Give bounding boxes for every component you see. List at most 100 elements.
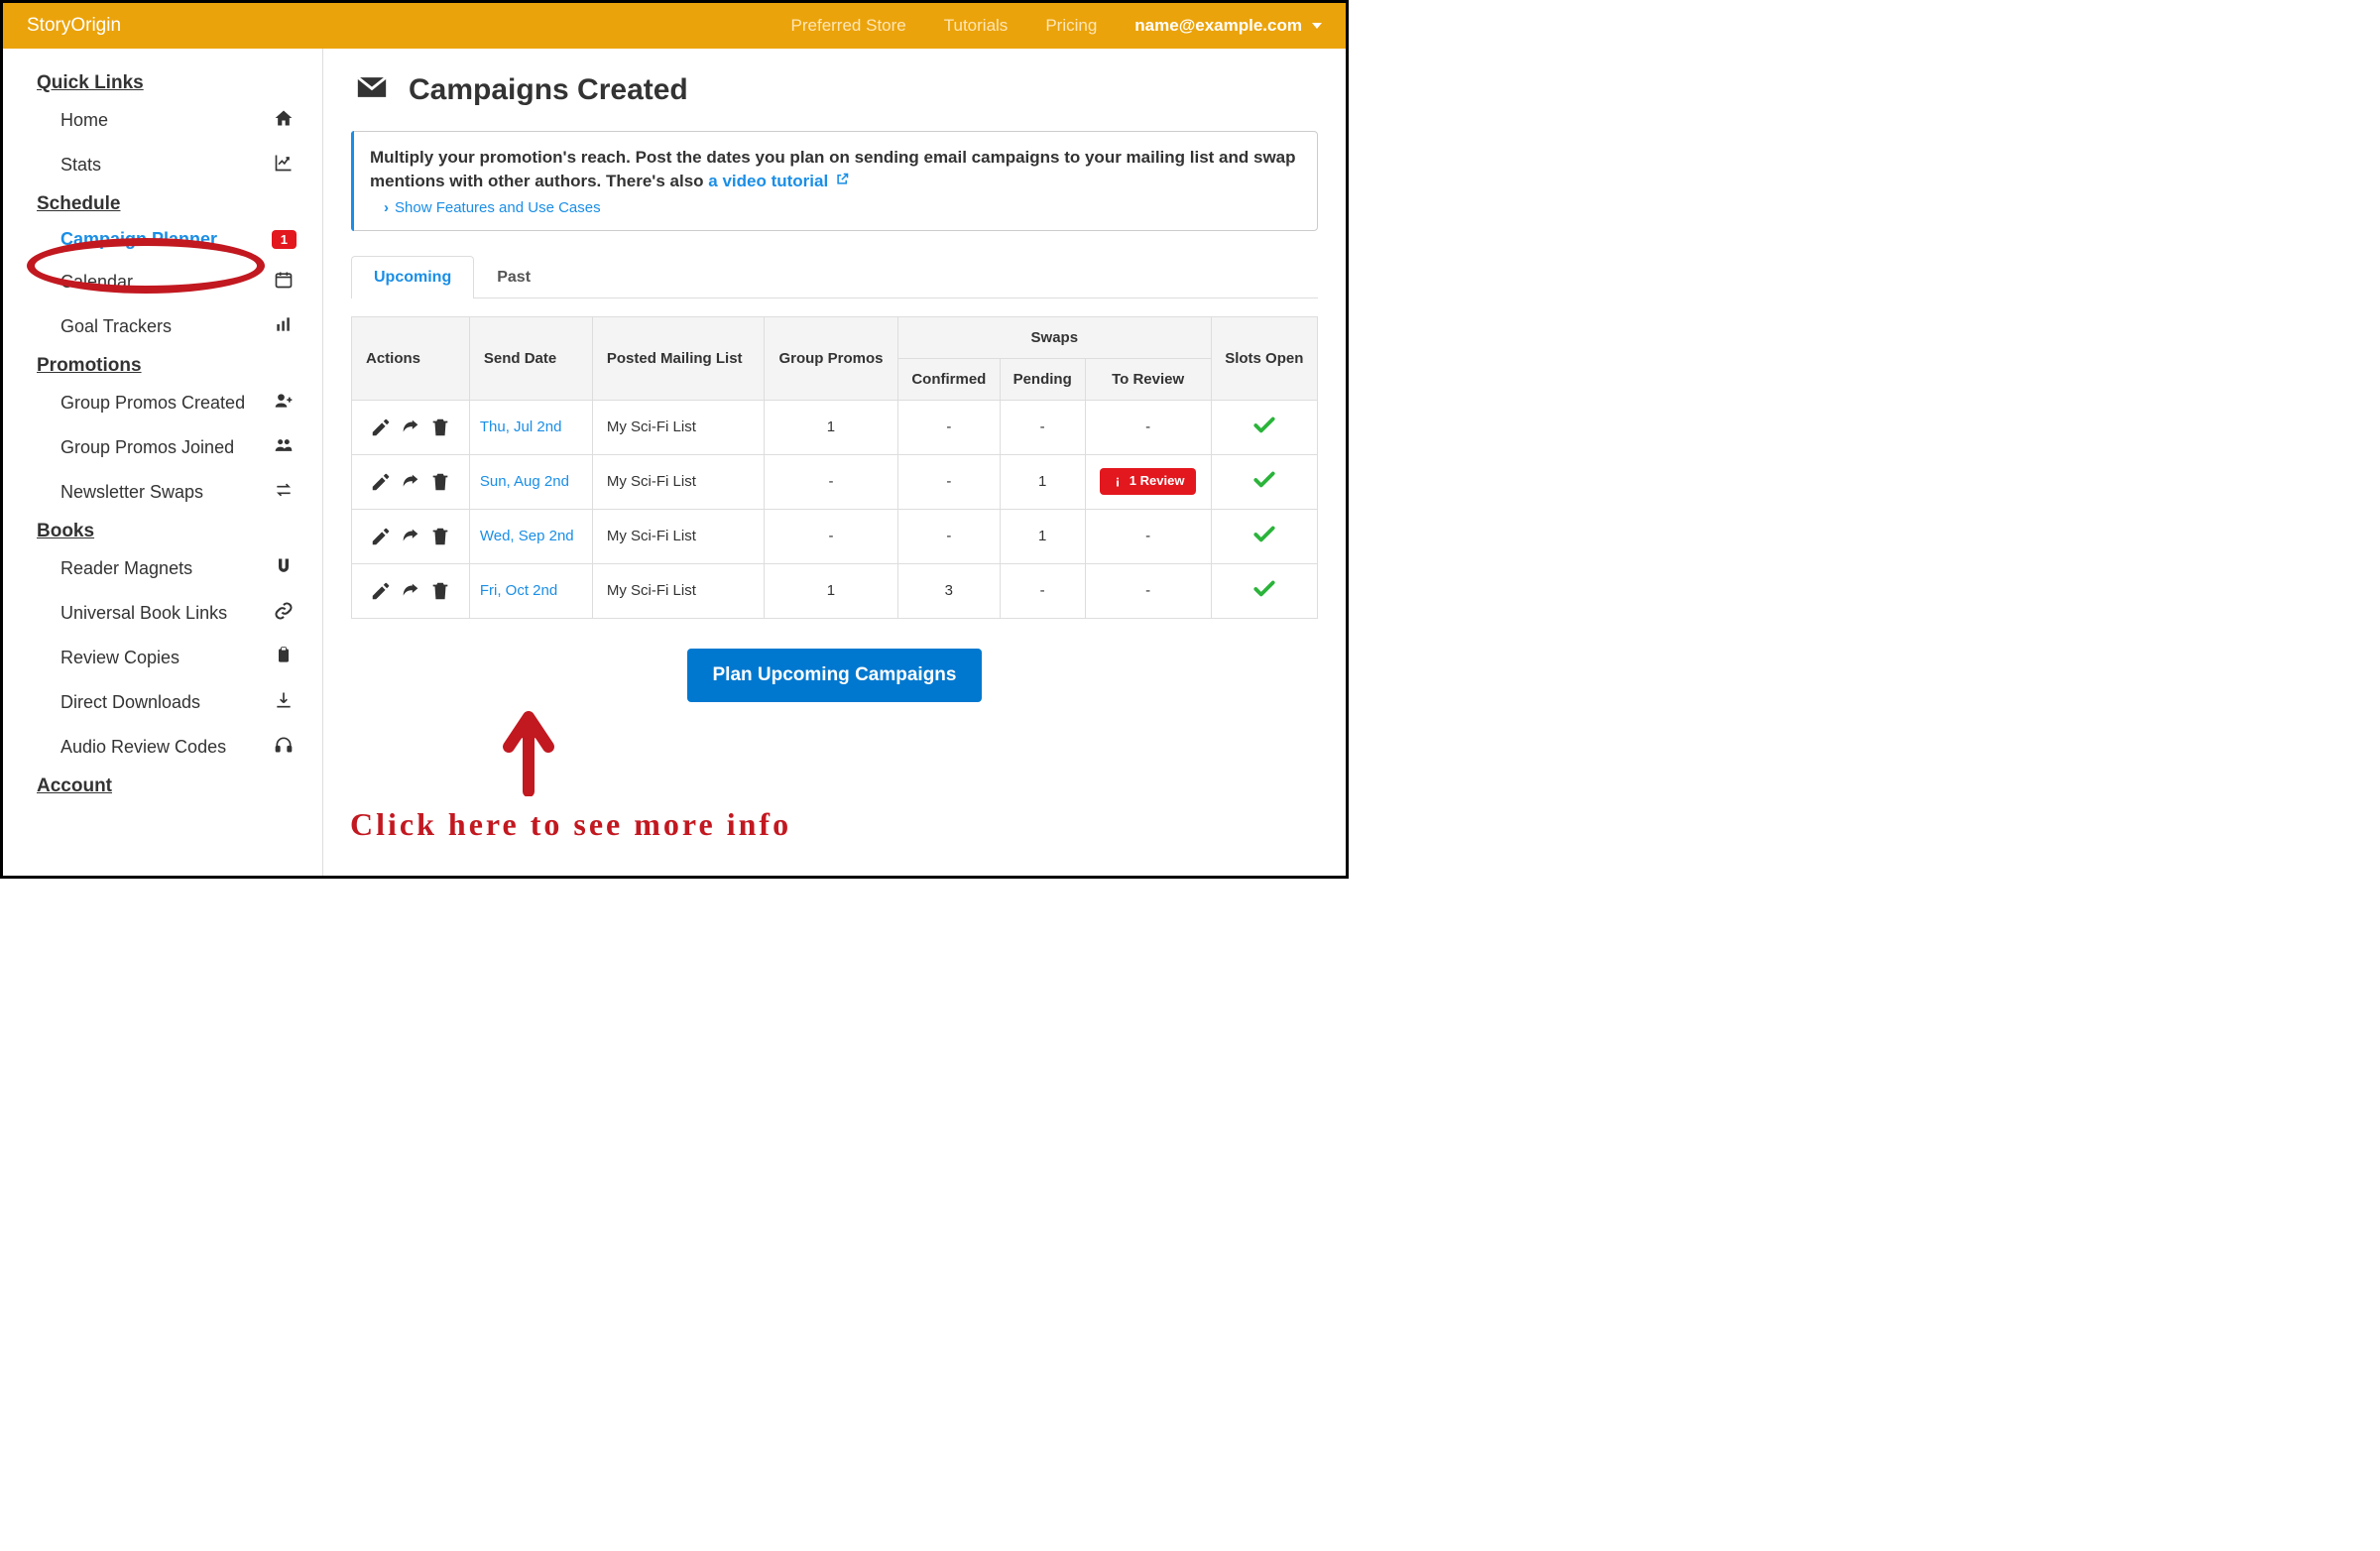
sidebar-item-ubl[interactable]: Universal Book Links xyxy=(3,591,322,636)
page-title: Campaigns Created xyxy=(409,73,688,107)
sidebar-item-label: Group Promos Joined xyxy=(60,437,273,458)
sidebar-item-gp-created[interactable]: Group Promos Created xyxy=(3,381,322,425)
review-button[interactable]: 1 Review xyxy=(1100,468,1197,494)
users-icon xyxy=(273,435,295,460)
sidebar-item-label: Stats xyxy=(60,155,273,176)
cell-confirmed: 3 xyxy=(897,563,1000,618)
trash-icon[interactable] xyxy=(429,471,451,493)
sidebar-item-label: Review Copies xyxy=(60,648,273,668)
edit-icon[interactable] xyxy=(370,526,392,547)
sidebar-item-label: Group Promos Created xyxy=(60,393,273,414)
cell-group: 1 xyxy=(765,400,898,454)
th-posted: Posted Mailing List xyxy=(592,316,764,400)
sidebar-item-label: Universal Book Links xyxy=(60,603,273,624)
cell-list: My Sci-Fi List xyxy=(592,400,764,454)
plan-upcoming-button[interactable]: Plan Upcoming Campaigns xyxy=(687,649,983,702)
sb-heading-schedule: Schedule xyxy=(3,187,322,219)
sidebar-item-campaign-planner[interactable]: Campaign Planner 1 xyxy=(3,219,322,260)
tab-upcoming[interactable]: Upcoming xyxy=(351,256,474,298)
sidebar-item-reader-magnets[interactable]: Reader Magnets xyxy=(3,546,322,591)
trash-icon[interactable] xyxy=(429,417,451,438)
sidebar-item-gp-joined[interactable]: Group Promos Joined xyxy=(3,425,322,470)
check-icon xyxy=(1251,576,1277,602)
brand[interactable]: StoryOrigin xyxy=(27,15,121,37)
info-text: Multiply your promotion's reach. Post th… xyxy=(370,146,1299,193)
main-content: Campaigns Created Multiply your promotio… xyxy=(323,49,1346,876)
sidebar-item-label: Reader Magnets xyxy=(60,558,273,579)
sb-heading-books: Books xyxy=(3,515,322,546)
external-link-icon xyxy=(835,170,850,193)
row-actions xyxy=(366,580,459,602)
cell-group: - xyxy=(765,509,898,563)
nav-pricing[interactable]: Pricing xyxy=(1045,16,1097,36)
cell-pending: 1 xyxy=(1000,454,1085,509)
cell-group: - xyxy=(765,454,898,509)
nav-tutorials[interactable]: Tutorials xyxy=(944,16,1009,36)
sidebar-item-label: Direct Downloads xyxy=(60,692,273,713)
cell-pending: - xyxy=(1000,400,1085,454)
share-icon[interactable] xyxy=(400,580,421,602)
share-icon[interactable] xyxy=(400,417,421,438)
sidebar-item-review-copies[interactable]: Review Copies xyxy=(3,636,322,680)
cell-review: - xyxy=(1085,400,1211,454)
cell-confirmed: - xyxy=(897,454,1000,509)
sidebar-item-stats[interactable]: Stats xyxy=(3,143,322,187)
swap-icon xyxy=(273,480,295,505)
th-pending: Pending xyxy=(1000,358,1085,400)
sidebar: Quick Links Home Stats Schedule Campaign… xyxy=(3,49,323,876)
tab-past[interactable]: Past xyxy=(474,256,553,298)
topbar-nav: Preferred Store Tutorials Pricing name@e… xyxy=(791,16,1322,36)
caret-down-icon xyxy=(1312,23,1322,29)
edit-icon[interactable] xyxy=(370,417,392,438)
edit-icon[interactable] xyxy=(370,580,392,602)
sidebar-item-calendar[interactable]: Calendar xyxy=(3,260,322,304)
table-row: Sun, Aug 2ndMy Sci-Fi List--11 Review xyxy=(352,454,1318,509)
sb-heading-promotions: Promotions xyxy=(3,349,322,381)
send-date-link[interactable]: Thu, Jul 2nd xyxy=(480,418,562,435)
sidebar-item-audio-review[interactable]: Audio Review Codes xyxy=(3,725,322,770)
row-actions xyxy=(366,526,459,547)
home-icon xyxy=(273,108,295,133)
user-email: name@example.com xyxy=(1134,16,1302,36)
cell-pending: 1 xyxy=(1000,509,1085,563)
sidebar-item-goal-trackers[interactable]: Goal Trackers xyxy=(3,304,322,349)
sidebar-item-label: Goal Trackers xyxy=(60,316,273,337)
headphones-icon xyxy=(273,735,295,760)
send-date-link[interactable]: Fri, Oct 2nd xyxy=(480,582,557,599)
show-features-toggle[interactable]: ›Show Features and Use Cases xyxy=(370,199,1299,216)
cell-confirmed: - xyxy=(897,509,1000,563)
sidebar-item-label: Home xyxy=(60,110,273,131)
cell-slots xyxy=(1211,454,1317,509)
topbar: StoryOrigin Preferred Store Tutorials Pr… xyxy=(3,3,1346,49)
chart-line-icon xyxy=(273,153,295,178)
user-plus-icon xyxy=(273,391,295,416)
sidebar-item-direct-downloads[interactable]: Direct Downloads xyxy=(3,680,322,725)
trash-icon[interactable] xyxy=(429,526,451,547)
cell-list: My Sci-Fi List xyxy=(592,509,764,563)
user-menu[interactable]: name@example.com xyxy=(1134,16,1322,36)
envelope-icon xyxy=(351,70,393,109)
campaigns-table: Actions Send Date Posted Mailing List Gr… xyxy=(351,316,1318,619)
sidebar-item-home[interactable]: Home xyxy=(3,98,322,143)
video-tutorial-link[interactable]: a video tutorial xyxy=(708,172,850,190)
cell-list: My Sci-Fi List xyxy=(592,563,764,618)
send-date-link[interactable]: Wed, Sep 2nd xyxy=(480,528,574,544)
th-senddate: Send Date xyxy=(469,316,592,400)
th-toreview: To Review xyxy=(1085,358,1211,400)
th-grouppromos: Group Promos xyxy=(765,316,898,400)
calendar-icon xyxy=(273,270,295,295)
nav-preferred-store[interactable]: Preferred Store xyxy=(791,16,906,36)
sidebar-item-newsletter-swaps[interactable]: Newsletter Swaps xyxy=(3,470,322,515)
send-date-link[interactable]: Sun, Aug 2nd xyxy=(480,473,569,490)
trash-icon[interactable] xyxy=(429,580,451,602)
notification-badge: 1 xyxy=(272,230,297,249)
link-icon xyxy=(273,601,295,626)
share-icon[interactable] xyxy=(400,526,421,547)
cell-review: 1 Review xyxy=(1085,454,1211,509)
sb-heading-account: Account xyxy=(3,770,322,801)
share-icon[interactable] xyxy=(400,471,421,493)
edit-icon[interactable] xyxy=(370,471,392,493)
cell-pending: - xyxy=(1000,563,1085,618)
page-title-row: Campaigns Created xyxy=(351,70,1318,109)
cell-list: My Sci-Fi List xyxy=(592,454,764,509)
